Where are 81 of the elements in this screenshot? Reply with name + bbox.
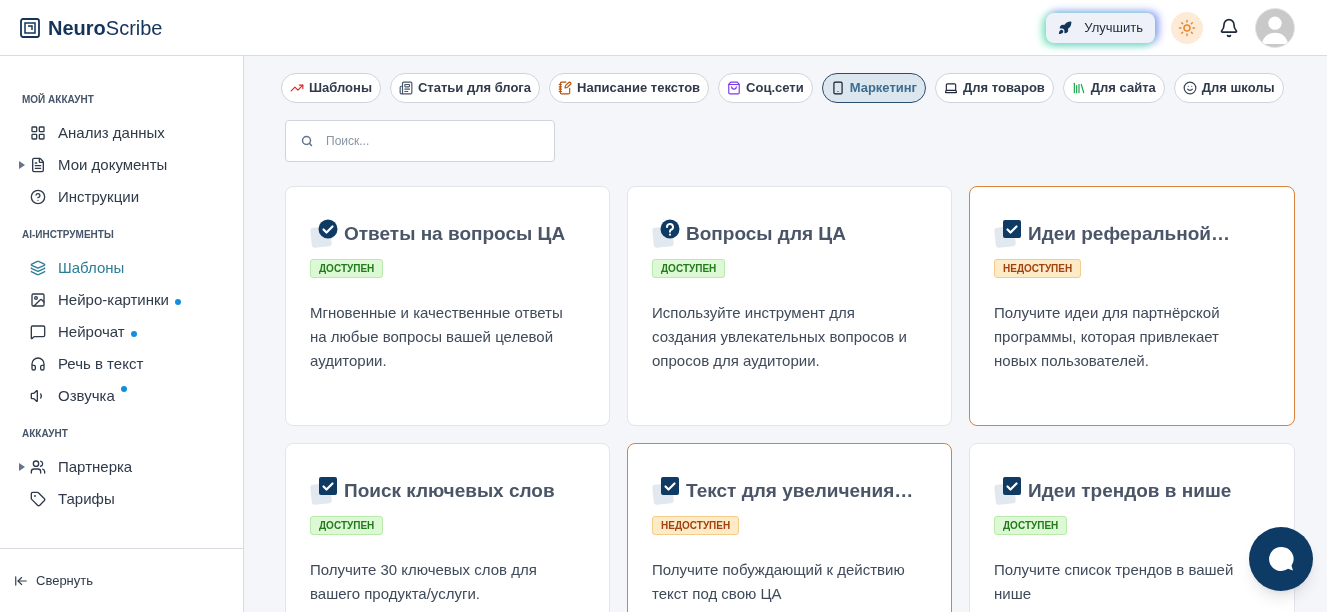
card-description: Мгновенные и качественные ответы на любые вопросы вашей целевой аудитории. xyxy=(310,303,564,371)
category-chip[interactable]: Для школы xyxy=(1173,73,1284,103)
category-chip[interactable]: Написание текстов xyxy=(549,73,710,103)
theme-toggle[interactable] xyxy=(1171,11,1203,44)
status-badge: ДОСТУПЕН xyxy=(994,516,1068,535)
face-icon xyxy=(1182,81,1197,95)
headphones-icon xyxy=(30,356,46,372)
status-badge: ДОСТУПЕН xyxy=(652,259,726,278)
section-heading: AI-ИНСТРУМЕНТЫ xyxy=(22,228,115,242)
sidebar-item[interactable]: Партнерка xyxy=(22,455,133,479)
card-description: Получите список трендов в вашей нише xyxy=(994,560,1235,604)
card-title: Идеи трендов в нише xyxy=(1028,478,1232,503)
users-icon xyxy=(30,459,46,475)
sidebar-item[interactable]: Тарифы xyxy=(22,487,115,511)
category-chip[interactable]: Соц.сети xyxy=(718,73,813,103)
checkmark-icon xyxy=(994,476,1024,506)
caret-icon[interactable] xyxy=(19,463,25,471)
notifications-icon[interactable] xyxy=(1219,17,1239,38)
category-chip[interactable]: Маркетинг xyxy=(821,73,927,103)
caret-icon[interactable] xyxy=(19,161,25,169)
card-description: Используйте инструмент для создания увлекательных вопросов и опросов для аудитории. xyxy=(652,303,908,371)
card-title: Вопросы для ЦА xyxy=(686,221,846,246)
app-logo[interactable]: NeuroScribe xyxy=(48,12,163,43)
collapse-button[interactable]: Свернуть xyxy=(14,570,93,591)
template-card[interactable]: Идеи трендов в нише ДОСТУПЕН Получите список трендов в вашей нише xyxy=(969,443,1295,612)
upgrade-button[interactable]: Улучшить xyxy=(1046,12,1155,43)
question-icon xyxy=(652,219,682,249)
sidebar-item[interactable]: Инструкции xyxy=(22,185,140,209)
logo-icon xyxy=(20,17,40,38)
sidebar-item[interactable]: Нейро-картинки xyxy=(22,288,169,312)
card-title: Ответы на вопросы ЦА xyxy=(344,221,566,246)
sidebar-item[interactable]: Озвучка xyxy=(22,384,115,408)
template-card[interactable]: Текст для увеличения… НЕДОСТУПЕН Получите побуждающий к действию текст под свою ЦА xyxy=(627,443,952,612)
sun-icon xyxy=(1178,18,1196,37)
document-icon xyxy=(30,157,46,173)
status-badge: НЕДОСТУПЕН xyxy=(652,516,740,535)
help-icon xyxy=(30,189,46,205)
category-chip[interactable]: Статьи для блога xyxy=(390,73,541,103)
section-heading: МОЙ АККАУНТ xyxy=(22,92,95,107)
card-description: Получите идеи для партнёрской программы, которая привлекает новых пользователей. xyxy=(994,303,1221,371)
card-description: Получите 30 ключевых слов для вашего продукта/услуги. xyxy=(310,560,538,604)
image-icon xyxy=(30,292,46,308)
notepad-icon xyxy=(558,81,573,95)
template-card[interactable]: Вопросы для ЦА ДОСТУПЕН Используйте инструмент для создания увлекательных вопросов и опросов для аудитории. xyxy=(627,186,952,426)
search-field[interactable]: Поиск... xyxy=(285,120,555,162)
checkmark-icon xyxy=(994,219,1024,249)
checkmark-icon xyxy=(310,476,340,506)
bag-icon xyxy=(727,81,742,95)
category-chip[interactable]: Для сайта xyxy=(1062,73,1165,103)
sidebar-item[interactable]: Мои документы xyxy=(22,153,168,177)
tag-icon xyxy=(30,491,46,507)
template-card[interactable]: Поиск ключевых слов ДОСТУПЕН Получите 30 ключевых слов для вашего продукта/услуги. xyxy=(285,443,610,612)
card-title: Идеи реферальной… xyxy=(1028,221,1231,246)
books-icon xyxy=(1071,81,1086,95)
category-chip[interactable]: Шаблоны xyxy=(281,73,381,103)
checkmark-icon xyxy=(310,219,340,249)
collapse-icon xyxy=(14,573,28,588)
rocket-icon xyxy=(1058,20,1073,35)
grid-icon xyxy=(30,125,46,141)
card-title: Текст для увеличения… xyxy=(686,478,914,503)
phone-icon xyxy=(830,81,845,95)
status-badge: НЕДОСТУПЕН xyxy=(994,259,1082,278)
layers-icon xyxy=(30,260,46,276)
newspaper-icon xyxy=(399,81,413,95)
sidebar-item[interactable]: Анализ данных xyxy=(22,121,165,145)
section-heading: АККАУНТ xyxy=(22,427,69,441)
checkmark-icon xyxy=(652,476,682,506)
search-icon xyxy=(301,135,313,147)
status-badge: ДОСТУПЕН xyxy=(310,516,384,535)
sidebar-item[interactable]: Нейрочат xyxy=(22,320,125,344)
template-card[interactable]: Ответы на вопросы ЦА ДОСТУПЕН Мгновенные и качественные ответы на любые вопросы вашей целевой аудитории. xyxy=(285,186,610,426)
category-chip[interactable]: Для товаров xyxy=(935,73,1054,103)
card-description: Получите побуждающий к действию текст под свою ЦА xyxy=(652,560,906,604)
sidebar-item[interactable]: Речь в текст xyxy=(22,352,144,376)
laptop-icon xyxy=(944,81,959,95)
chat-bubble-icon xyxy=(30,324,46,340)
card-title: Поиск ключевых слов xyxy=(344,478,555,503)
status-badge: ДОСТУПЕН xyxy=(310,259,384,278)
sidebar-item[interactable]: Шаблоны xyxy=(22,256,125,280)
chat-bubble-icon xyxy=(1267,545,1295,573)
template-card[interactable]: Идеи реферальной… НЕДОСТУПЕН Получите идеи для партнёрской программы, которая привлекает новых пользователей. xyxy=(969,186,1295,426)
